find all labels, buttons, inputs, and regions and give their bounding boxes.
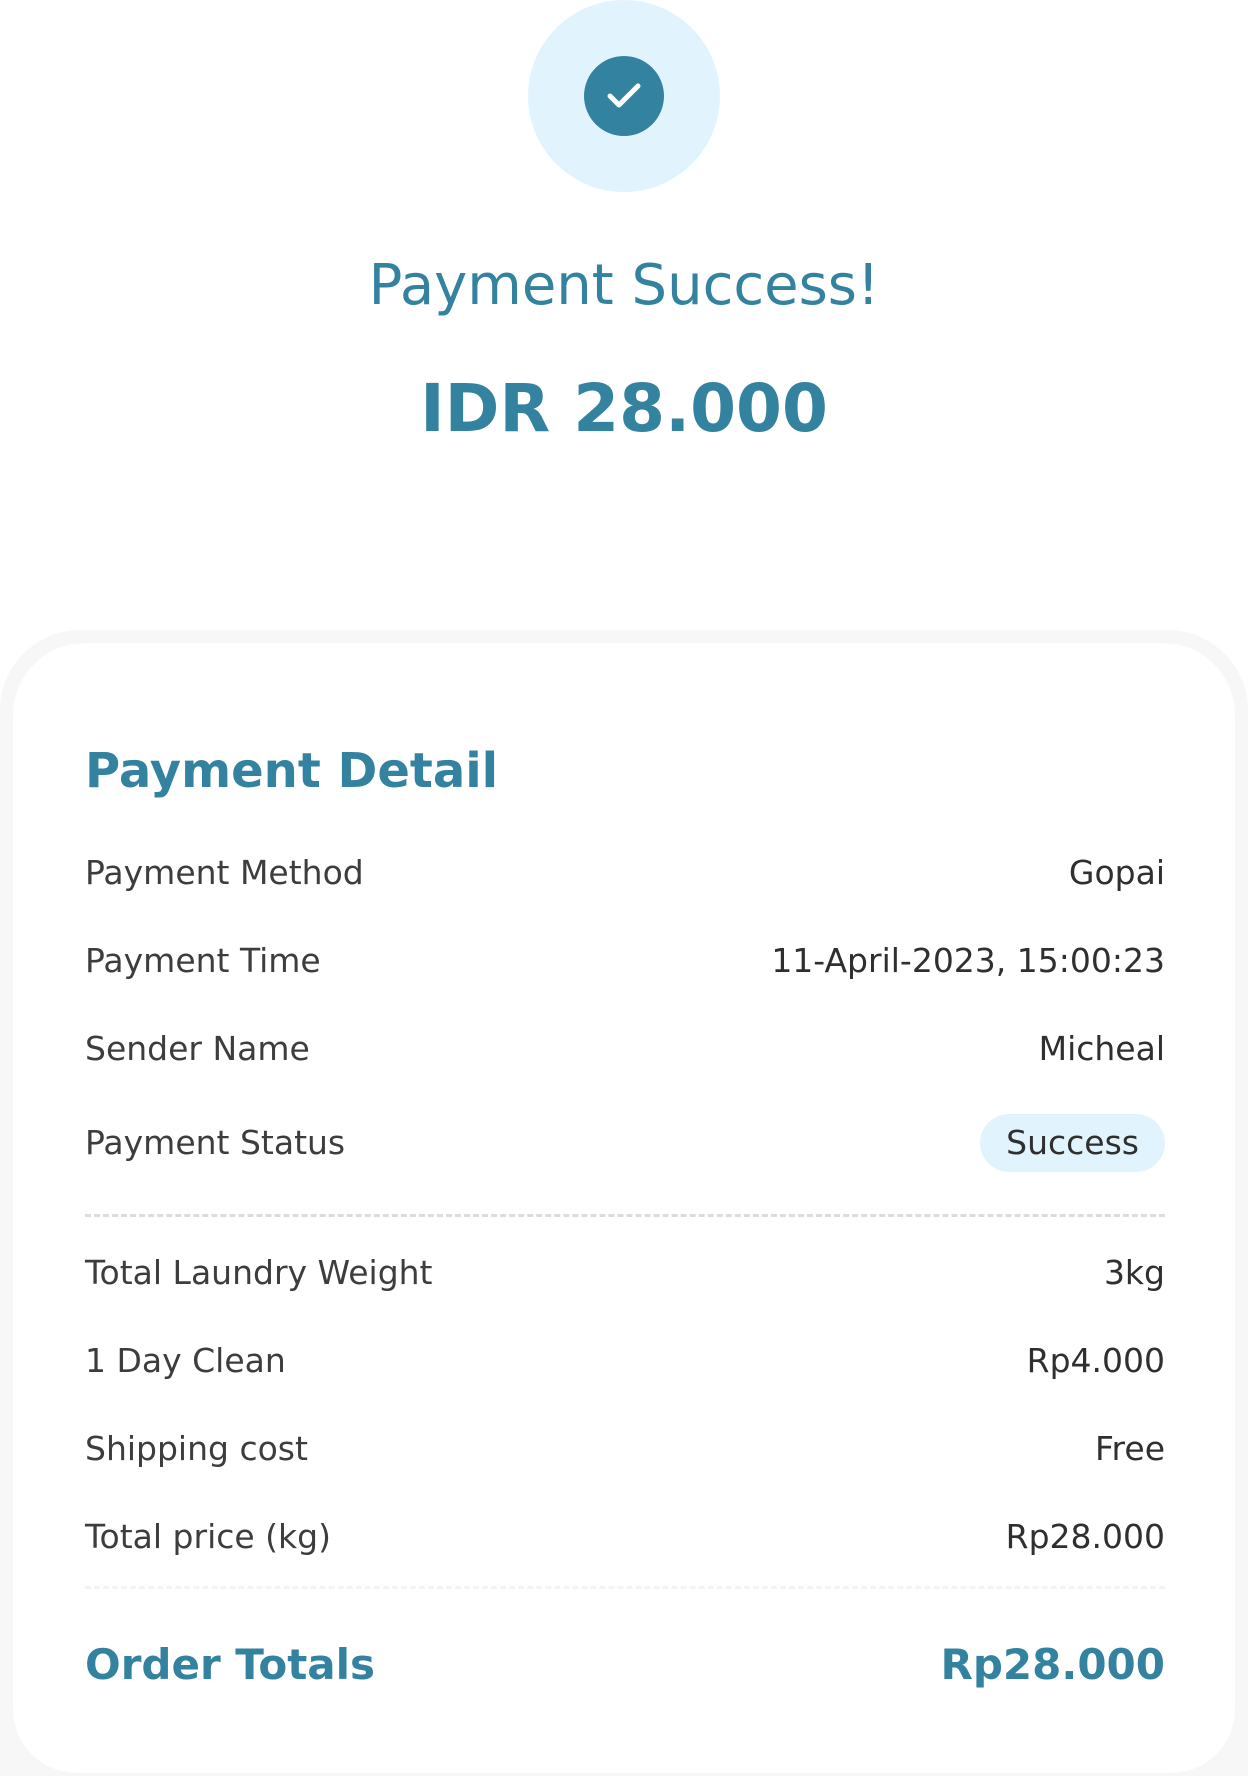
success-header: Payment Success! IDR 28.000 [0, 0, 1248, 560]
check-icon [584, 56, 664, 136]
row-label: Total Laundry Weight [85, 1253, 433, 1292]
status-badge: Success [980, 1114, 1165, 1172]
day-clean-row: 1 Day Clean Rp4.000 [85, 1333, 1165, 1389]
light-divider [85, 1586, 1165, 1589]
total-price-row: Total price (kg) Rp28.000 [85, 1509, 1165, 1565]
success-icon-halo [528, 0, 720, 192]
row-label: Payment Status [85, 1123, 346, 1162]
row-label: Payment Time [85, 941, 321, 980]
payment-amount: IDR 28.000 [420, 370, 828, 447]
shipping-cost-row: Shipping cost Free [85, 1421, 1165, 1477]
order-totals-label: Order Totals [85, 1639, 376, 1689]
row-label: Shipping cost [85, 1429, 308, 1468]
payment-success-screen: Payment Success! IDR 28.000 Payment Deta… [0, 0, 1248, 1776]
row-label: Sender Name [85, 1029, 310, 1068]
row-value: Rp28.000 [1005, 1517, 1165, 1556]
row-value: Gopai [1068, 853, 1165, 892]
dashed-divider [85, 1214, 1165, 1217]
laundry-weight-row: Total Laundry Weight 3kg [85, 1245, 1165, 1301]
row-value: Free [1094, 1429, 1165, 1468]
payment-detail-card: Payment Detail Payment Method Gopai Paym… [13, 643, 1235, 1773]
row-value: 3kg [1103, 1253, 1165, 1292]
row-value: Micheal [1038, 1029, 1165, 1068]
order-totals-row: Order Totals Rp28.000 [85, 1634, 1165, 1694]
payment-status-row: Payment Status Success [85, 1113, 1165, 1173]
payment-detail-title: Payment Detail [85, 743, 499, 799]
row-label: Total price (kg) [85, 1517, 331, 1556]
order-totals-value: Rp28.000 [940, 1639, 1165, 1689]
row-value: 11-April-2023, 15:00:23 [771, 941, 1165, 980]
payment-success-title: Payment Success! [368, 253, 880, 318]
sender-name-row: Sender Name Micheal [85, 1021, 1165, 1077]
row-label: Payment Method [85, 853, 364, 892]
payment-method-row: Payment Method Gopai [85, 845, 1165, 901]
payment-detail-card-frame: Payment Detail Payment Method Gopai Paym… [0, 630, 1248, 1776]
row-value: Rp4.000 [1026, 1341, 1165, 1380]
payment-time-row: Payment Time 11-April-2023, 15:00:23 [85, 933, 1165, 989]
row-label: 1 Day Clean [85, 1341, 286, 1380]
